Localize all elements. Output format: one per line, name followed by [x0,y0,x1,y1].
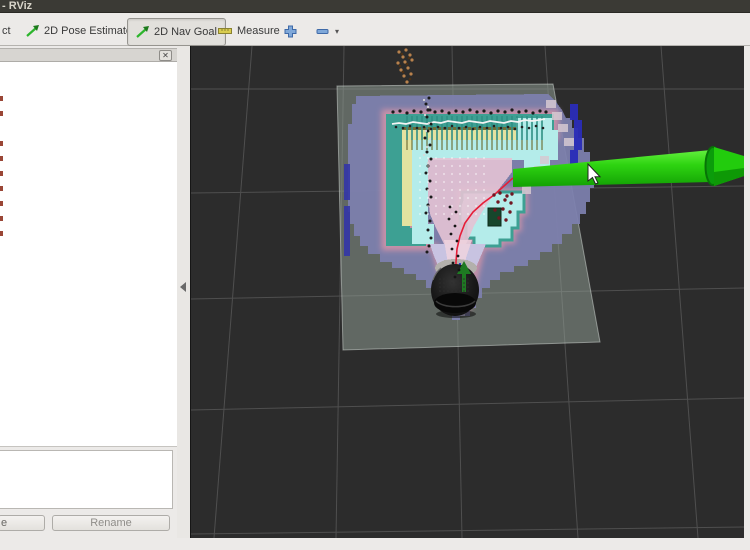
property-value-fragment [0,231,3,236]
costmap-olive-texture [406,140,544,150]
property-value-fragment [0,141,3,146]
remove-button[interactable]: e [0,515,45,531]
panel-splitter[interactable] [177,46,190,538]
property-value-fragment [0,216,3,221]
tool-label: 2D Pose Estimate [44,25,132,37]
close-icon[interactable]: ✕ [159,50,172,61]
property-value-fragment [0,186,3,191]
chevron-down-icon[interactable]: ▾ [335,27,339,36]
property-value-fragment [0,96,3,101]
render-viewport[interactable] [190,46,744,538]
scene-svg [191,46,744,538]
tool-2d-nav-goal[interactable]: 2D Nav Goal [127,18,226,46]
robot-heading-arrow [462,272,466,292]
rename-button[interactable]: Rename [52,515,170,531]
property-value-fragment [0,111,3,116]
minus-icon [316,25,329,38]
ruler-icon [218,27,232,35]
tool-label: Measure [237,25,280,37]
tool-measure[interactable]: Measure [218,18,280,44]
display-description-box [0,450,173,509]
tool-interact-partial[interactable]: ct [2,18,11,44]
window-titlebar[interactable]: - RViz [0,0,750,13]
property-value-fragment [0,201,3,206]
window-title: - RViz [2,0,32,12]
zoom-out-button[interactable]: ▾ [316,18,339,44]
green-arrow-icon [26,25,39,37]
plus-icon [284,25,297,38]
tool-label: 2D Nav Goal [154,26,217,38]
tool-2d-pose-estimate[interactable]: 2D Pose Estimate [26,18,132,44]
zoom-in-button[interactable] [284,18,297,44]
property-value-fragment [0,156,3,161]
collapse-panel-icon[interactable] [180,282,186,292]
green-arrow-icon [136,26,149,38]
displays-tree-area[interactable] [0,62,177,447]
property-value-fragment [0,171,3,176]
rviz-toolbar: ct 2D Pose Estimate 2D Nav Goal [0,14,750,46]
displays-panel-header: ✕ [0,48,177,62]
